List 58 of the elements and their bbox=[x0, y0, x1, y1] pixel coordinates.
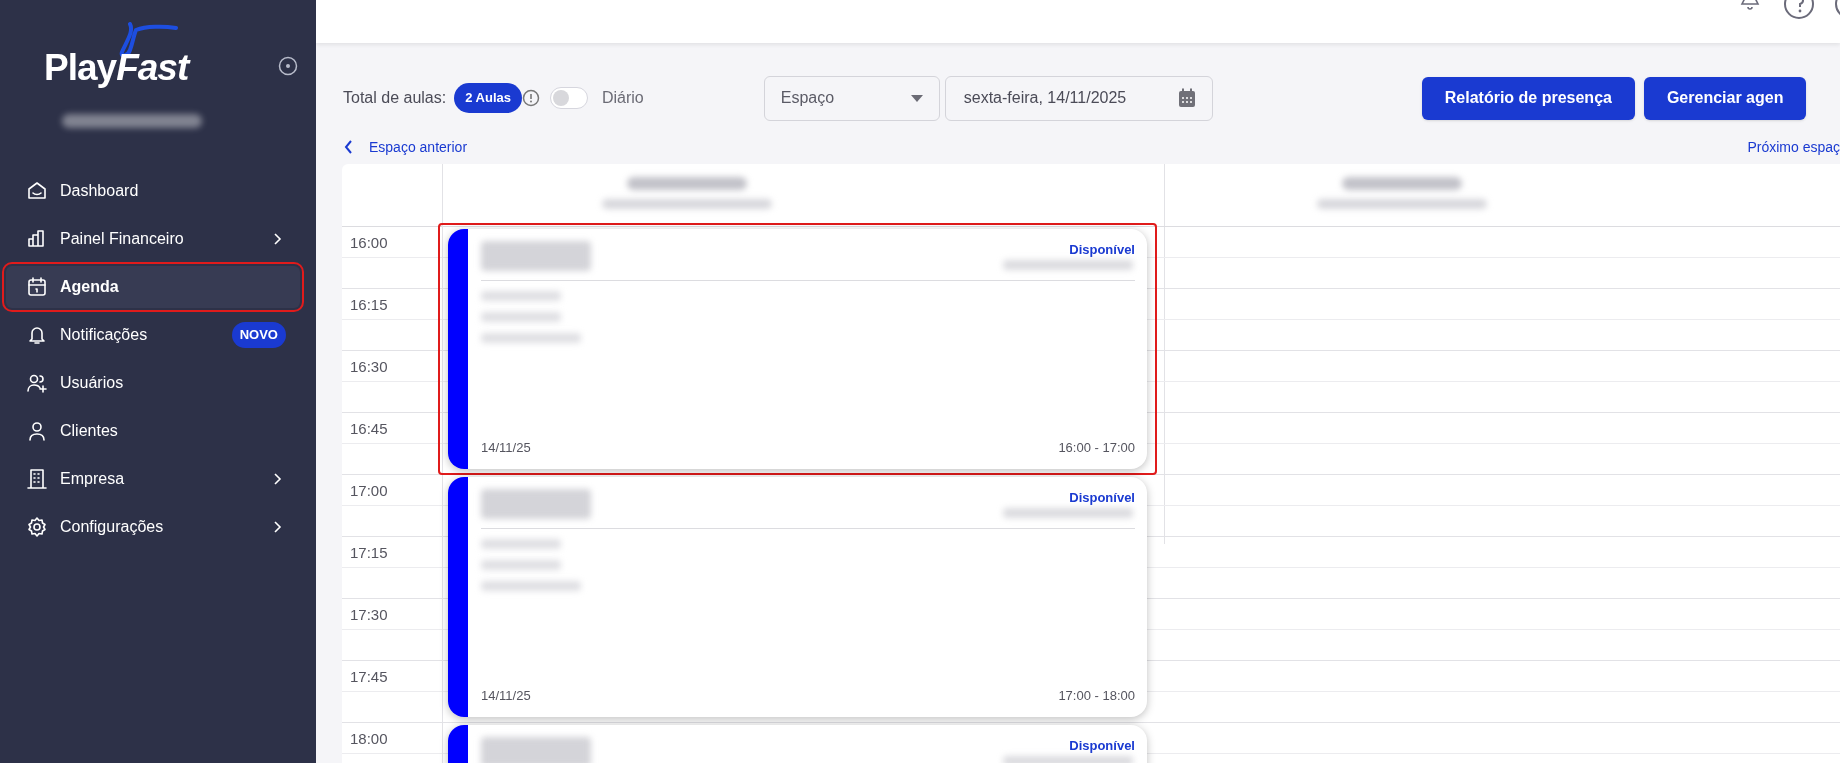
sidebar-item[interactable]: Notificações NOVO bbox=[6, 314, 300, 356]
date-field[interactable]: sexta-feira, 14/11/2025 bbox=[944, 75, 1213, 121]
time-label: 17:30 bbox=[350, 605, 388, 625]
bell-icon bbox=[26, 324, 48, 346]
time-label: 17:45 bbox=[350, 667, 388, 687]
event-card[interactable]: Disponível 14/11/25 17:00 - 18:00 bbox=[448, 477, 1147, 717]
sidebar-item[interactable]: Dashboard bbox=[6, 170, 300, 212]
dropdown-caret-icon bbox=[910, 94, 923, 102]
new-badge: NOVO bbox=[231, 322, 286, 348]
status-label: Disponível bbox=[1069, 489, 1135, 507]
sidebar-label: Usuários bbox=[60, 373, 124, 393]
home-icon bbox=[26, 180, 48, 202]
time-label: 18:00 bbox=[350, 729, 388, 749]
time-label: 17:15 bbox=[350, 543, 388, 563]
sidebar-label: Configurações bbox=[60, 517, 164, 537]
chevron-left-icon bbox=[344, 140, 353, 154]
calendar-icon bbox=[26, 276, 48, 298]
time-label: 16:30 bbox=[350, 357, 388, 377]
sidebar-item[interactable]: Empresa bbox=[6, 458, 300, 500]
action-button[interactable]: Relatório de presença bbox=[1421, 76, 1635, 120]
event-date: 14/11/25 bbox=[481, 686, 531, 705]
status-label: Disponível bbox=[1069, 241, 1135, 259]
sidebar-item[interactable]: Clientes bbox=[6, 410, 300, 452]
user-icon bbox=[26, 420, 48, 442]
previous-space-link[interactable]: Espaço anterior bbox=[344, 136, 468, 158]
total-label: Total de aulas: bbox=[343, 88, 447, 108]
sidebar-label: Painel Financeiro bbox=[60, 229, 184, 249]
action-button[interactable]: Gerenciar agen bbox=[1643, 76, 1807, 120]
sidebar-label: Notificações bbox=[60, 325, 148, 345]
calendar-icon bbox=[1177, 88, 1196, 108]
sidebar-label: Clientes bbox=[60, 421, 118, 441]
toggle-switch[interactable] bbox=[549, 87, 588, 109]
event-card[interactable]: Disponível bbox=[448, 725, 1147, 763]
sidebar-item[interactable]: Configurações bbox=[6, 506, 300, 548]
time-label: 16:00 bbox=[350, 233, 388, 253]
sidebar-label: Empresa bbox=[60, 469, 125, 489]
sidebar-label: Dashboard bbox=[60, 181, 139, 201]
time-label: 17:00 bbox=[350, 481, 388, 501]
time-label: 16:15 bbox=[350, 295, 388, 315]
info-icon[interactable] bbox=[521, 89, 540, 107]
space-select[interactable]: Espaço bbox=[763, 75, 940, 121]
count-badge: 2 Aulas bbox=[454, 83, 522, 113]
logo-text: PlayFast bbox=[44, 49, 189, 86]
sidebar-item[interactable]: Usuários bbox=[6, 362, 300, 404]
event-card[interactable]: Disponível 14/11/25 16:00 - 17:00 bbox=[448, 229, 1147, 469]
time-label: 16:45 bbox=[350, 419, 388, 439]
event-time: 16:00 - 17:00 bbox=[1058, 438, 1135, 457]
event-date: 14/11/25 bbox=[481, 438, 531, 457]
circle-dot-icon[interactable] bbox=[278, 56, 298, 76]
event-time: 17:00 - 18:00 bbox=[1058, 686, 1135, 705]
status-label: Disponível bbox=[1069, 737, 1135, 755]
user-add-icon bbox=[26, 372, 48, 394]
gear-icon bbox=[26, 516, 48, 538]
next-space-link[interactable]: Próximo espaç bbox=[1747, 136, 1840, 158]
sidebar-label: Agenda bbox=[60, 277, 119, 297]
sidebar-item[interactable]: Painel Financeiro bbox=[6, 218, 300, 260]
toggle-label: Diário bbox=[601, 88, 644, 108]
building-icon bbox=[26, 468, 48, 490]
